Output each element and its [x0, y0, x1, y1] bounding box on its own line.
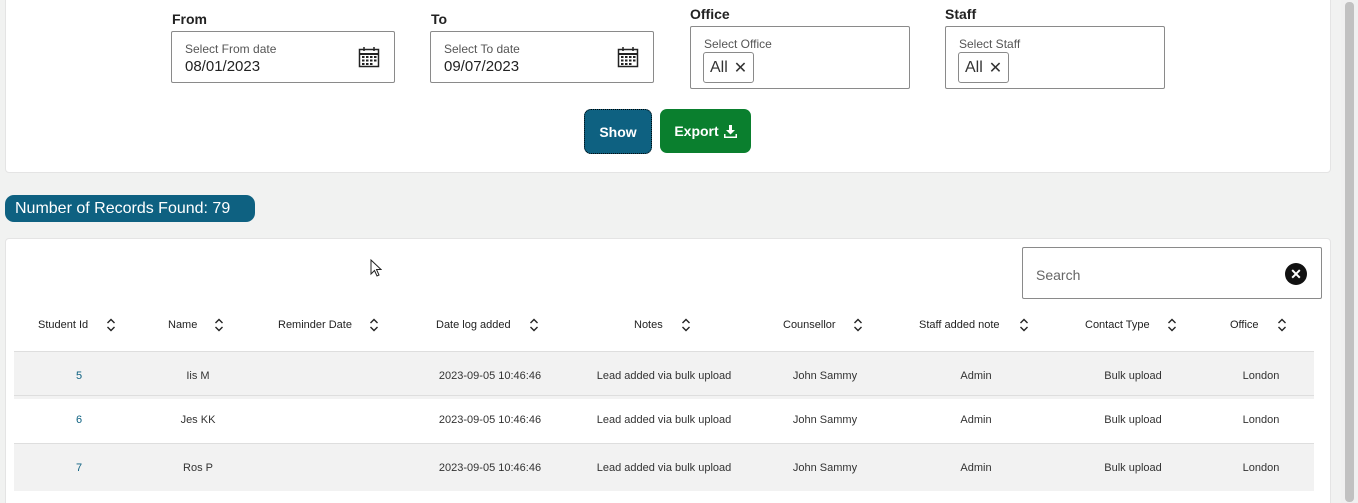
column-header-label: Staff added note	[919, 319, 1000, 331]
office-chip-label: All	[710, 58, 728, 76]
mouse-cursor-icon	[370, 259, 382, 277]
column-header-counsellor[interactable]: Counsellor	[783, 318, 836, 332]
show-button-label: Show	[599, 123, 637, 140]
column-header-label: Name	[168, 319, 198, 331]
column-header-label: Contact Type	[1085, 319, 1150, 331]
export-button-label: Export	[674, 123, 719, 139]
show-button[interactable]: Show	[584, 109, 652, 154]
sort-icon[interactable]	[1018, 318, 1030, 332]
cell-counsellor: John Sammy	[792, 413, 858, 426]
sort-icon[interactable]	[1166, 318, 1178, 332]
column-header-name[interactable]: Name	[168, 318, 197, 332]
cell-name: Jes KK	[180, 413, 216, 426]
cell-name: Ros P	[183, 461, 213, 474]
sort-icon[interactable]	[368, 318, 380, 332]
office-sublabel: Select Office	[704, 37, 772, 51]
download-icon	[723, 124, 737, 138]
column-header-date-log-added[interactable]: Date log added	[436, 318, 511, 332]
staff-chip-label: All	[965, 58, 983, 76]
from-date-field[interactable]: Select From date 08/01/2023	[171, 31, 395, 83]
column-header-contact-type[interactable]: Contact Type	[1085, 318, 1150, 332]
from-date-sublabel: Select From date	[185, 42, 277, 56]
to-label: To	[431, 11, 448, 27]
staff-label: Staff	[945, 6, 977, 22]
close-icon[interactable]: ✕	[989, 58, 1002, 78]
column-header-staff-added-note[interactable]: Staff added note	[919, 318, 1000, 332]
column-header-label: Counsellor	[783, 319, 836, 331]
staff-chip[interactable]: All ✕	[958, 52, 1010, 83]
column-header-reminder-date[interactable]: Reminder Date	[278, 318, 352, 332]
cell-staff-added-note: Admin	[960, 413, 992, 426]
export-button[interactable]: Export	[660, 109, 751, 153]
cell-date-log-added: 2023-09-05 10:46:46	[438, 413, 542, 426]
cell-counsellor: John Sammy	[792, 369, 858, 382]
office-select[interactable]: Select Office All ✕	[690, 26, 910, 89]
cell-office: London	[1242, 461, 1280, 474]
column-header-label: Notes	[634, 319, 663, 331]
cell-notes: Lead added via bulk upload	[596, 461, 732, 474]
column-header-office[interactable]: Office	[1230, 318, 1259, 332]
to-date-field[interactable]: Select To date 09/07/2023	[430, 31, 654, 83]
search-input[interactable]: Search ✕	[1022, 247, 1322, 299]
column-header-label: Reminder Date	[278, 319, 352, 331]
office-chip[interactable]: All ✕	[703, 52, 755, 83]
cell-date-log-added: 2023-09-05 10:46:46	[438, 461, 542, 474]
cell-staff-added-note: Admin	[960, 461, 992, 474]
sort-icon[interactable]	[105, 318, 117, 332]
cell-notes: Lead added via bulk upload	[596, 369, 732, 382]
cell-name: Iis M	[186, 369, 210, 382]
cell-date-log-added: 2023-09-05 10:46:46	[438, 369, 542, 382]
clear-search-icon[interactable]: ✕	[1285, 263, 1307, 285]
cell-counsellor: John Sammy	[792, 461, 858, 474]
table-row[interactable]: 7 Ros P 2023-09-05 10:46:46 Lead added via …	[14, 443, 1314, 491]
search-placeholder: Search	[1036, 267, 1081, 283]
staff-select[interactable]: Select Staff All ✕	[945, 26, 1165, 89]
sort-icon[interactable]	[1276, 318, 1288, 332]
from-date-value: 08/01/2023	[185, 58, 261, 75]
staff-sublabel: Select Staff	[959, 37, 1021, 51]
column-header-student-id[interactable]: Student Id	[38, 318, 88, 332]
calendar-icon[interactable]	[358, 46, 380, 68]
table-row[interactable]: 5 Iis M 2023-09-05 10:46:46 Lead added via …	[14, 351, 1314, 399]
cell-office: London	[1242, 369, 1280, 382]
to-date-value: 09/07/2023	[444, 58, 520, 75]
sort-icon[interactable]	[213, 318, 225, 332]
column-header-label: Student Id	[38, 319, 89, 331]
column-header-label: Office	[1230, 319, 1259, 331]
close-icon[interactable]: ✕	[734, 58, 747, 78]
column-header-label: Date log added	[436, 319, 511, 331]
sort-icon[interactable]	[852, 318, 864, 332]
sort-icon[interactable]	[680, 318, 692, 332]
table-row[interactable]: 6 Jes KK 2023-09-05 10:46:46 Lead added via…	[14, 395, 1314, 443]
to-date-sublabel: Select To date	[444, 42, 520, 56]
sort-icon[interactable]	[528, 318, 540, 332]
calendar-icon[interactable]	[617, 46, 639, 68]
cell-staff-added-note: Admin	[960, 369, 992, 382]
office-label: Office	[690, 6, 730, 22]
page-scrollbar[interactable]	[1341, 0, 1358, 503]
cell-office: London	[1242, 413, 1280, 426]
column-header-notes[interactable]: Notes	[634, 318, 663, 332]
from-label: From	[172, 11, 207, 27]
cell-notes: Lead added via bulk upload	[596, 413, 732, 426]
records-count-badge: Number of Records Found: 79	[5, 195, 255, 222]
scrollbar-thumb[interactable]	[1345, 2, 1354, 502]
